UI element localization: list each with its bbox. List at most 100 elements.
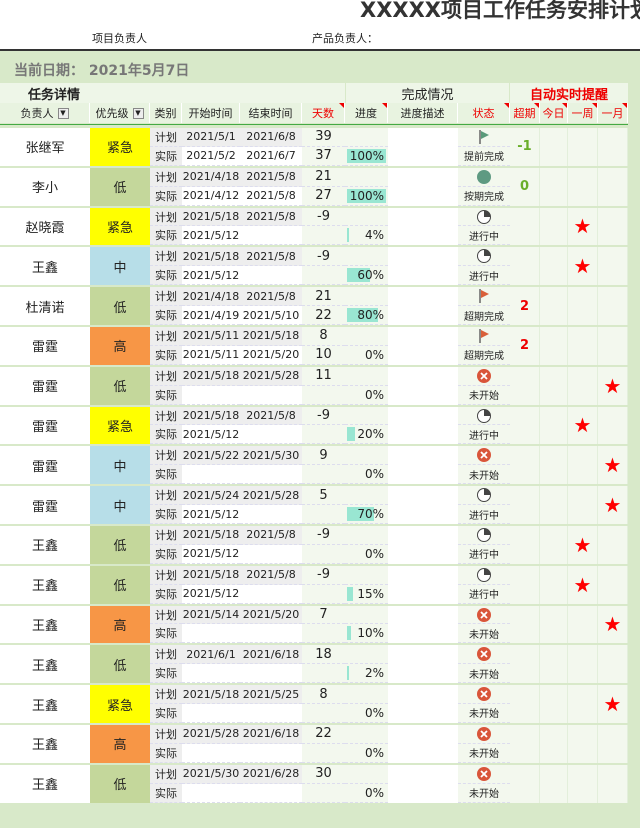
priority-cell[interactable]: 紧急 (90, 128, 150, 166)
plan-1[interactable]: 2021/5/18 (240, 326, 302, 346)
actual-1[interactable] (240, 385, 302, 405)
priority-cell[interactable]: 低 (90, 525, 150, 564)
actual-1[interactable] (240, 743, 302, 763)
plan-1[interactable]: 2021/6/18 (240, 645, 302, 665)
actual-0[interactable] (182, 783, 240, 803)
actual-0[interactable]: 2021/5/11 (182, 345, 240, 365)
plan-1[interactable]: 2021/6/18 (240, 724, 302, 744)
actual-0[interactable]: 2021/5/12 (182, 266, 240, 286)
plan-0[interactable]: 2021/5/18 (182, 207, 240, 227)
actual-1[interactable] (240, 425, 302, 445)
plan-1[interactable]: 2021/6/8 (240, 128, 302, 147)
plan-0[interactable]: 2021/5/18 (182, 366, 240, 386)
progress-cell[interactable]: 80% (345, 306, 388, 324)
priority-cell[interactable]: 低 (90, 764, 150, 803)
actual-1[interactable] (240, 465, 302, 485)
owner-cell[interactable]: 王鑫 (0, 525, 90, 564)
plan-0[interactable]: 2021/4/18 (182, 167, 240, 187)
priority-cell[interactable]: 低 (90, 287, 150, 325)
plan-0[interactable]: 2021/4/18 (182, 287, 240, 307)
progress-desc-cell[interactable] (388, 764, 458, 803)
actual-0[interactable] (182, 624, 240, 644)
actual-0[interactable] (182, 664, 240, 684)
priority-cell[interactable]: 紧急 (90, 685, 150, 723)
progress-cell[interactable]: 20% (345, 425, 388, 443)
actual-1[interactable] (240, 624, 302, 644)
plan-1[interactable]: 2021/5/28 (240, 366, 302, 386)
owner-cell[interactable]: 李小 (0, 167, 90, 206)
actual-1[interactable] (240, 266, 302, 286)
priority-cell[interactable]: 低 (90, 565, 150, 604)
progress-desc-cell[interactable] (388, 645, 458, 684)
progress-desc-cell[interactable] (388, 207, 458, 246)
progress-cell[interactable]: 60% (345, 266, 388, 284)
actual-1[interactable]: 2021/6/7 (240, 146, 302, 166)
filter-dropdown-icon[interactable]: ▼ (132, 107, 144, 119)
actual-0[interactable] (182, 385, 240, 405)
priority-cell[interactable]: 低 (90, 645, 150, 684)
actual-0[interactable] (182, 704, 240, 723)
actual-0[interactable]: 2021/5/12 (182, 226, 240, 246)
owner-cell[interactable]: 王鑫 (0, 724, 90, 763)
plan-0[interactable]: 2021/5/18 (182, 685, 240, 705)
plan-0[interactable]: 2021/5/30 (182, 764, 240, 784)
actual-1[interactable] (240, 664, 302, 684)
actual-1[interactable] (240, 226, 302, 246)
owner-cell[interactable]: 王鑫 (0, 764, 90, 803)
owner-cell[interactable]: 王鑫 (0, 247, 90, 286)
owner-cell[interactable]: 赵晓霞 (0, 207, 90, 246)
plan-0[interactable]: 2021/5/18 (182, 525, 240, 545)
plan-0[interactable]: 2021/5/1 (182, 128, 240, 147)
plan-1[interactable]: 2021/5/8 (240, 525, 302, 545)
actual-0[interactable] (182, 465, 240, 485)
owner-cell[interactable]: 杜清诺 (0, 287, 90, 325)
actual-1[interactable]: 2021/5/10 (240, 306, 302, 325)
priority-cell[interactable]: 低 (90, 167, 150, 206)
actual-1[interactable]: 2021/5/20 (240, 345, 302, 365)
progress-desc-cell[interactable] (388, 406, 458, 445)
actual-1[interactable] (240, 544, 302, 564)
priority-cell[interactable]: 紧急 (90, 406, 150, 445)
progress-cell[interactable]: 15% (345, 585, 388, 603)
owner-cell[interactable]: 雷霆 (0, 486, 90, 524)
plan-1[interactable]: 2021/5/20 (240, 605, 302, 625)
plan-0[interactable]: 2021/5/18 (182, 406, 240, 426)
progress-cell[interactable]: 2% (345, 664, 388, 682)
priority-cell[interactable]: 高 (90, 724, 150, 763)
priority-cell[interactable]: 中 (90, 486, 150, 524)
owner-cell[interactable]: 王鑫 (0, 565, 90, 604)
priority-cell[interactable]: 低 (90, 366, 150, 405)
plan-1[interactable]: 2021/5/8 (240, 565, 302, 585)
actual-0[interactable]: 2021/4/19 (182, 306, 240, 325)
plan-0[interactable]: 2021/6/1 (182, 645, 240, 665)
plan-0[interactable]: 2021/5/24 (182, 486, 240, 506)
actual-0[interactable]: 2021/5/12 (182, 505, 240, 524)
plan-0[interactable]: 2021/5/14 (182, 605, 240, 625)
priority-cell[interactable]: 高 (90, 605, 150, 644)
actual-0[interactable]: 2021/5/12 (182, 544, 240, 564)
progress-desc-cell[interactable] (388, 366, 458, 405)
progress-desc-cell[interactable] (388, 128, 458, 166)
progress-cell[interactable]: 0% (345, 744, 388, 762)
progress-desc-cell[interactable] (388, 167, 458, 206)
owner-cell[interactable]: 王鑫 (0, 645, 90, 684)
progress-cell[interactable]: 0% (345, 784, 388, 802)
progress-desc-cell[interactable] (388, 446, 458, 485)
progress-cell[interactable]: 0% (345, 386, 388, 404)
plan-0[interactable]: 2021/5/11 (182, 326, 240, 346)
plan-1[interactable]: 2021/5/8 (240, 287, 302, 307)
owner-cell[interactable]: 王鑫 (0, 605, 90, 644)
owner-cell[interactable]: 王鑫 (0, 685, 90, 723)
priority-cell[interactable]: 紧急 (90, 207, 150, 246)
progress-cell[interactable]: 70% (345, 505, 388, 523)
progress-desc-cell[interactable] (388, 486, 458, 524)
progress-desc-cell[interactable] (388, 724, 458, 763)
progress-desc-cell[interactable] (388, 685, 458, 723)
progress-desc-cell[interactable] (388, 565, 458, 604)
owner-cell[interactable]: 张继军 (0, 128, 90, 166)
actual-1[interactable] (240, 704, 302, 723)
plan-0[interactable]: 2021/5/18 (182, 247, 240, 267)
actual-1[interactable] (240, 783, 302, 803)
progress-desc-cell[interactable] (388, 605, 458, 644)
progress-cell[interactable]: 0% (345, 465, 388, 483)
